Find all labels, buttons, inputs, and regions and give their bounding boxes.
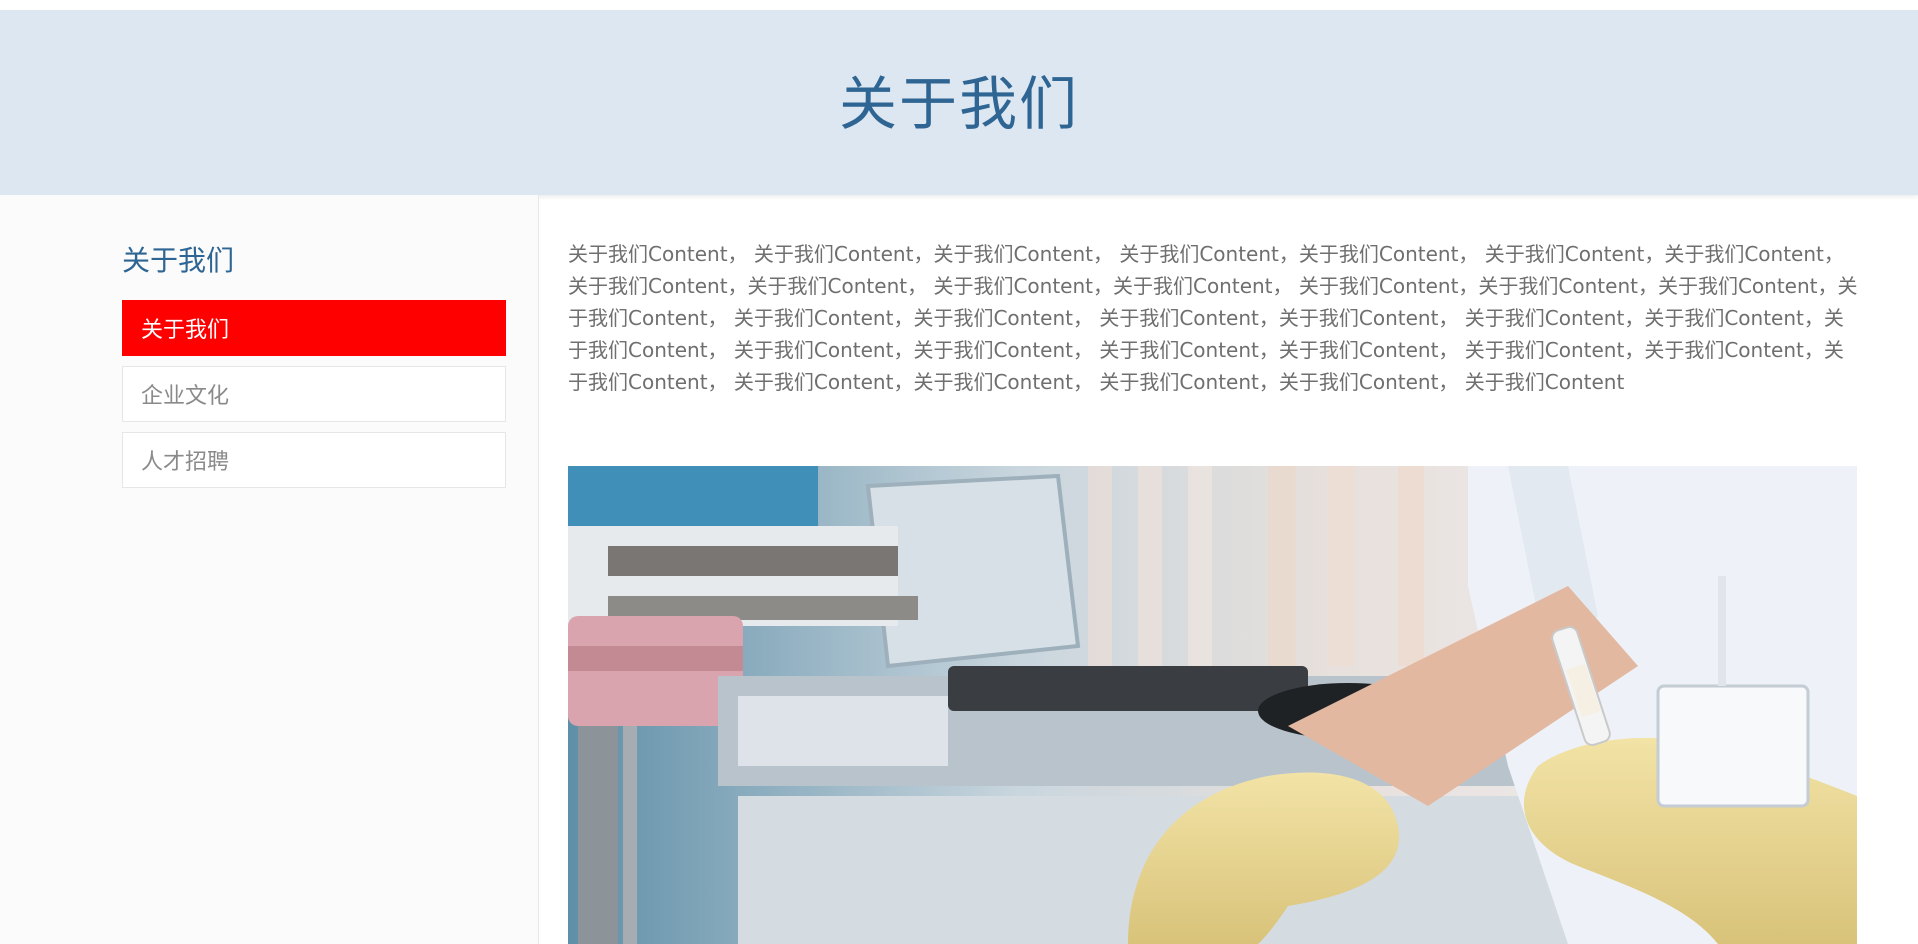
sidebar-item-corporate-culture[interactable]: 企业文化 (122, 366, 506, 422)
sidebar-item-careers[interactable]: 人才招聘 (122, 432, 506, 488)
sidebar-menu: 关于我们 企业文化 人才招聘 (122, 300, 506, 498)
main-content: 关于我们Content， 关于我们Content，关于我们Content， 关于… (568, 238, 1858, 398)
sidebar-heading: 关于我们 (122, 244, 235, 277)
top-strip (0, 0, 1918, 10)
laboratory-photo (568, 466, 1857, 944)
sidebar-item-about-us[interactable]: 关于我们 (122, 300, 506, 356)
content-paragraph: 关于我们Content， 关于我们Content，关于我们Content， 关于… (568, 242, 1858, 394)
page-banner: 关于我们 (0, 10, 1918, 195)
page-title: 关于我们 (838, 69, 1079, 138)
sidebar: 关于我们 关于我们 企业文化 人才招聘 (0, 195, 539, 944)
